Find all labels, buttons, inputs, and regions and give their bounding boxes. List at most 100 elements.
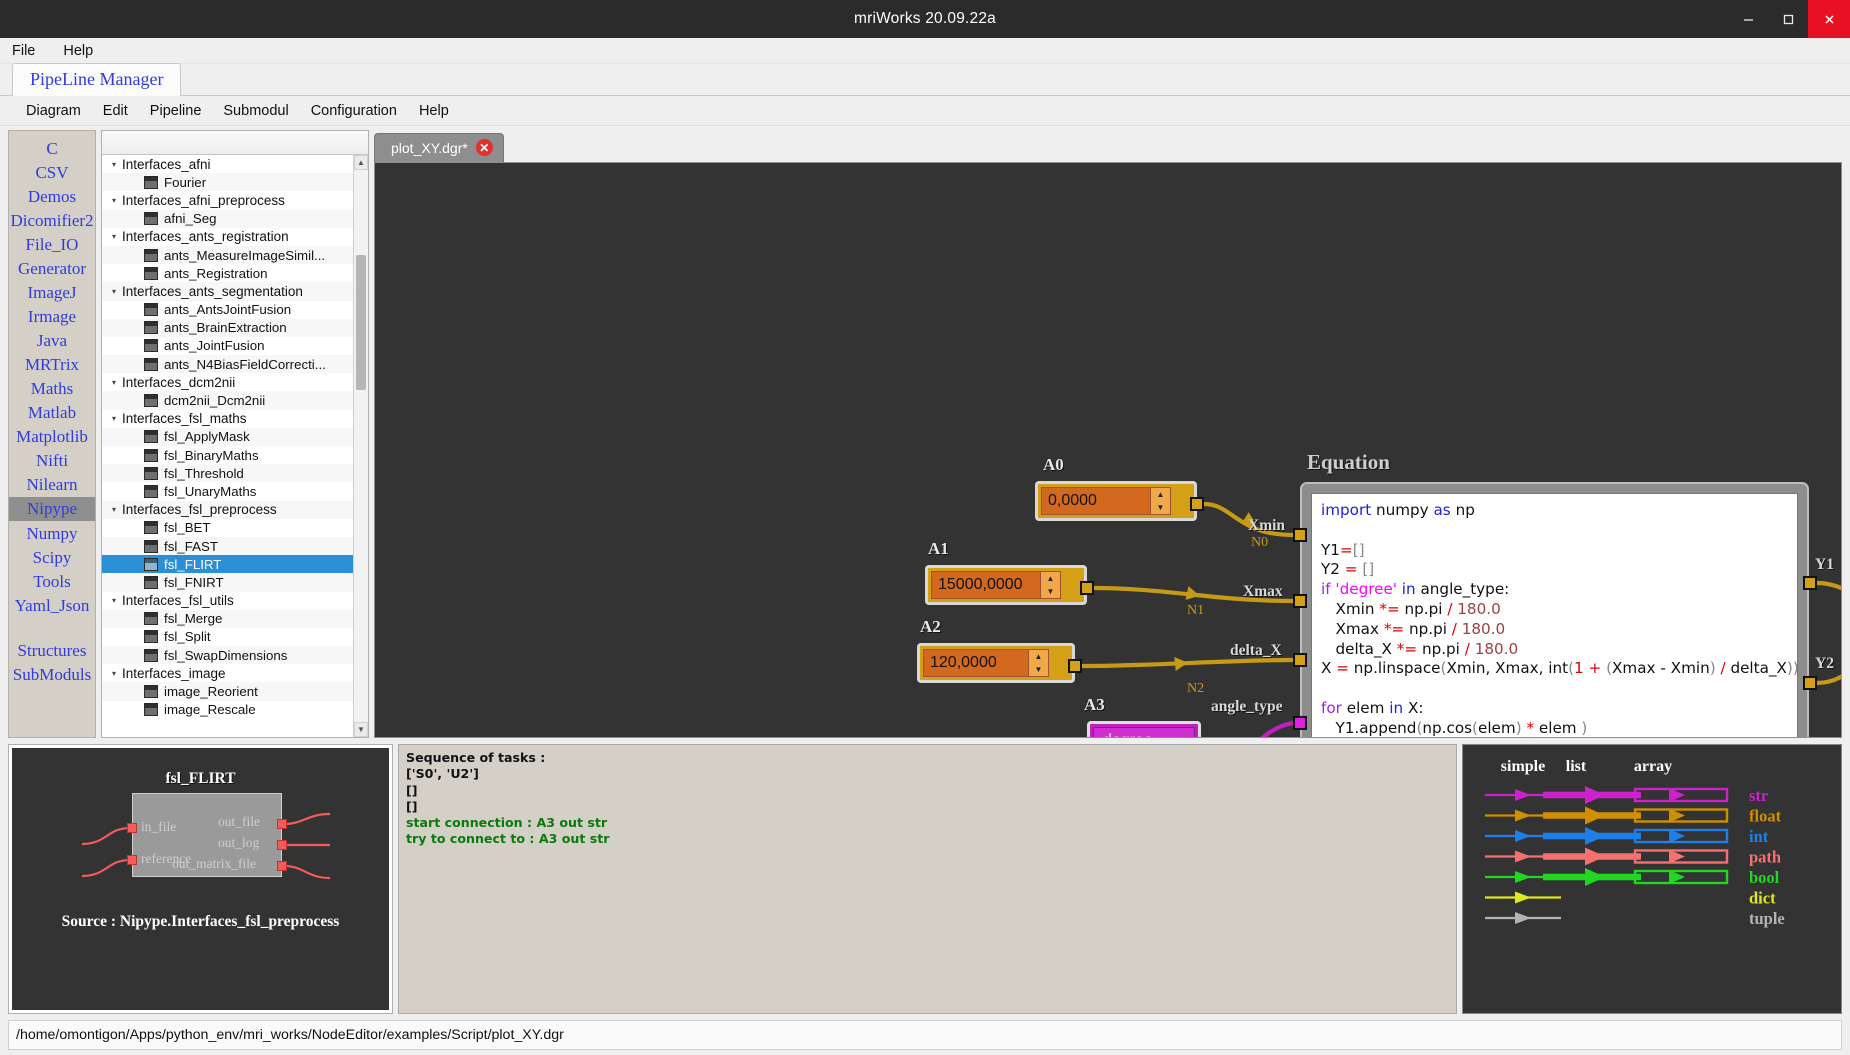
tree-leaf-row[interactable]: ants_BrainExtraction <box>102 318 353 337</box>
equation-port-xmax[interactable] <box>1293 594 1307 608</box>
library-item-c[interactable]: C <box>9 137 95 160</box>
tree-leaf-row[interactable]: Fourier <box>102 173 353 192</box>
menu-item-submodul[interactable]: Submodul <box>223 103 288 119</box>
library-item-numpy[interactable]: Numpy <box>9 522 95 545</box>
tree-leaf-row[interactable]: ants_N4BiasFieldCorrecti... <box>102 355 353 374</box>
tree-leaf-row[interactable]: fsl_Merge <box>102 609 353 628</box>
equation-port-deltax[interactable] <box>1293 653 1307 667</box>
library-item-submoduls[interactable]: SubModuls <box>9 663 95 686</box>
node-a1[interactable]: 15000,0000 ▲ ▼ <box>925 565 1087 605</box>
library-item-file_io[interactable]: File_IO <box>9 233 95 256</box>
tree-group-row[interactable]: ▾ Interfaces_fsl_maths <box>102 410 353 428</box>
connection-wire[interactable] <box>1081 657 1294 669</box>
library-item-dicomifier2[interactable]: Dicomifier2 <box>9 209 95 232</box>
menu-item-help[interactable]: Help <box>59 41 97 61</box>
chevron-down-icon[interactable]: ▾ <box>106 378 122 387</box>
scroll-thumb[interactable] <box>356 255 366 390</box>
chevron-down-icon[interactable]: ▾ <box>106 287 122 296</box>
menu-item-pipeline[interactable]: Pipeline <box>150 103 202 119</box>
tab-plot-xy-dgr[interactable]: plot_XY.dgr* ✕ <box>374 133 504 162</box>
close-icon[interactable]: ✕ <box>475 139 493 156</box>
library-item-structures[interactable]: Structures <box>9 639 95 662</box>
menu-item-configuration[interactable]: Configuration <box>311 103 397 119</box>
equation-port-angletype[interactable] <box>1293 716 1307 730</box>
library-item-nipype[interactable]: Nipype <box>9 497 95 521</box>
node-a3[interactable]: degree <box>1087 721 1201 737</box>
chevron-down-icon[interactable]: ▾ <box>106 414 122 423</box>
library-item-csv[interactable]: CSV <box>9 161 95 184</box>
tree-leaf-row[interactable]: ants_Registration <box>102 264 353 282</box>
chevron-down-icon[interactable]: ▾ <box>106 160 122 169</box>
tree-group-row[interactable]: ▾ Interfaces_fsl_utils <box>102 592 353 610</box>
tree-leaf-row[interactable]: fsl_BinaryMaths <box>102 446 353 464</box>
library-item-irmage[interactable]: Irmage <box>9 305 95 328</box>
a0-value-field[interactable]: 0,0000 <box>1041 487 1151 515</box>
tree-leaf-row[interactable]: fsl_BET <box>102 519 353 537</box>
equation-port-xmin[interactable] <box>1293 528 1307 542</box>
library-item-nifti[interactable]: Nifti <box>9 449 95 472</box>
tree-leaf-row[interactable]: fsl_FNIRT <box>102 573 353 592</box>
library-item-nilearn[interactable]: Nilearn <box>9 473 95 496</box>
equation-code-editor[interactable]: import numpy as np Y1=[] Y2 = [] if 'deg… <box>1311 493 1798 737</box>
tree-scrollbar[interactable]: ▲ ▼ <box>353 155 368 737</box>
library-item-tools[interactable]: Tools <box>9 570 95 593</box>
close-button[interactable] <box>1808 0 1850 38</box>
node-a2[interactable]: 120,0000 ▲ ▼ <box>917 643 1075 683</box>
a3-combo[interactable]: degree <box>1093 727 1195 737</box>
tree-leaf-row[interactable]: fsl_ApplyMask <box>102 427 353 446</box>
diagram-canvas[interactable]: A0 0,0000 ▲ ▼ A1 15000,0000 ▲ ▼ A2 120,0… <box>374 162 1842 738</box>
connection-wire[interactable] <box>1816 580 1841 615</box>
connection-wire[interactable] <box>1202 720 1294 737</box>
tree-leaf-row[interactable]: fsl_FLIRT <box>102 555 353 574</box>
tree-leaf-row[interactable]: fsl_UnaryMaths <box>102 482 353 500</box>
maximize-button[interactable] <box>1768 0 1808 38</box>
tree-leaf-row[interactable]: fsl_Split <box>102 628 353 646</box>
a1-value-field[interactable]: 15000,0000 <box>931 571 1041 599</box>
a1-stepper[interactable]: ▲ ▼ <box>1041 571 1061 599</box>
library-item-maths[interactable]: Maths <box>9 377 95 400</box>
menu-item-file[interactable]: File <box>8 41 39 61</box>
menu-item-diagram[interactable]: Diagram <box>26 103 81 119</box>
menu-item-edit[interactable]: Edit <box>103 103 128 119</box>
tree-leaf-row[interactable]: ants_AntsJointFusion <box>102 301 353 319</box>
tree-group-row[interactable]: ▾ Interfaces_afni_preprocess <box>102 191 353 209</box>
library-item-matplotlib[interactable]: Matplotlib <box>9 425 95 448</box>
library-item-yaml_json[interactable]: Yaml_Json <box>9 594 95 617</box>
library-item-imagej[interactable]: ImageJ <box>9 281 95 304</box>
tree-leaf-row[interactable]: ants_MeasureImageSimil... <box>102 245 353 265</box>
tab-pipeline-manager[interactable]: PipeLine Manager <box>12 63 182 96</box>
tree-group-row[interactable]: ▾ Interfaces_afni <box>102 155 353 173</box>
chevron-down-icon[interactable]: ▾ <box>106 232 122 241</box>
a1-output-port[interactable] <box>1080 581 1094 595</box>
node-equation[interactable]: import numpy as np Y1=[] Y2 = [] if 'deg… <box>1300 482 1809 737</box>
tree-leaf-row[interactable]: image_Rescale <box>102 701 353 719</box>
library-item-demos[interactable]: Demos <box>9 185 95 208</box>
tree-leaf-row[interactable]: fsl_Threshold <box>102 464 353 483</box>
chevron-down-icon[interactable]: ▾ <box>106 669 122 678</box>
chevron-down-icon[interactable]: ▾ <box>106 505 122 514</box>
library-item-mrtrix[interactable]: MRTrix <box>9 353 95 376</box>
a0-output-port[interactable] <box>1190 497 1204 511</box>
tree-group-row[interactable]: ▾ Interfaces_image <box>102 664 353 682</box>
tree-leaf-row[interactable]: fsl_FAST <box>102 536 353 556</box>
library-item-matlab[interactable]: Matlab <box>9 401 95 424</box>
tree-leaf-row[interactable]: image_Reorient <box>102 682 353 701</box>
a0-stepper[interactable]: ▲ ▼ <box>1151 487 1171 515</box>
menu-item-help-2[interactable]: Help <box>419 103 449 119</box>
chevron-down-icon[interactable]: ▾ <box>106 596 122 605</box>
library-item-generator[interactable]: Generator <box>9 257 95 280</box>
library-item-java[interactable]: Java <box>9 329 95 352</box>
a2-value-field[interactable]: 120,0000 <box>923 649 1029 677</box>
minimize-button[interactable] <box>1728 0 1768 38</box>
equation-port-y2[interactable] <box>1803 676 1817 690</box>
equation-port-y1[interactable] <box>1803 576 1817 590</box>
tree-leaf-row[interactable]: fsl_SwapDimensions <box>102 646 353 665</box>
a2-output-port[interactable] <box>1068 659 1082 673</box>
library-item-scipy[interactable]: Scipy <box>9 546 95 569</box>
scroll-up-icon[interactable]: ▲ <box>354 155 368 170</box>
chevron-down-icon[interactable]: ▾ <box>106 196 122 205</box>
console-output[interactable]: Sequence of tasks : ['S0', 'U2'][][] start… <box>398 744 1457 1014</box>
tree-group-row[interactable]: ▾ Interfaces_dcm2nii <box>102 373 353 391</box>
tree-group-row[interactable]: ▾ Interfaces_ants_registration <box>102 228 353 246</box>
tree-leaf-row[interactable]: dcm2nii_Dcm2nii <box>102 391 353 410</box>
